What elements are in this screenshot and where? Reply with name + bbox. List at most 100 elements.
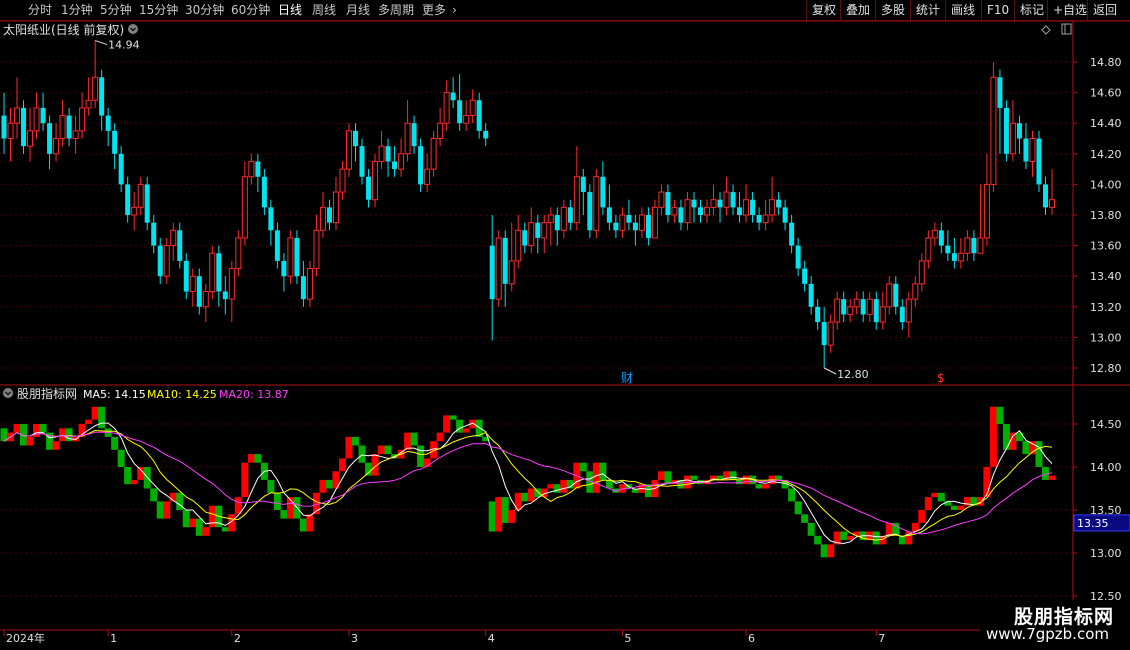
indicator-bar [983, 467, 991, 498]
indicator-bar [338, 458, 346, 472]
candle-body-down [1036, 138, 1042, 185]
price-tick-label: 14.80 [1090, 56, 1122, 69]
candle-body-up [235, 237, 242, 270]
candle-body-up [92, 76, 99, 101]
indicator-bar [182, 510, 190, 528]
candle-body-up [59, 115, 66, 140]
date-axis-label: 3 [351, 632, 358, 645]
candle-body-down [665, 192, 671, 215]
candle-body-down [489, 245, 495, 300]
indicator-bar [762, 484, 770, 489]
candle-body-down [366, 176, 372, 200]
indicator-bar [944, 501, 952, 506]
candle-body-down [756, 215, 762, 223]
candle-body-up [593, 176, 600, 231]
indicator-bar [358, 445, 366, 463]
indicator-tick-label: 14.50 [1090, 418, 1122, 431]
candle-body-down [554, 215, 560, 231]
price-tick-label: 12.80 [1090, 362, 1122, 375]
indicator-bar [989, 406, 997, 467]
candle-body-down [691, 199, 697, 208]
price-tick-label: 13.80 [1090, 209, 1122, 222]
stock-chart[interactable]: 14.80 14.60 14.40 14.20 14.00 13.80 13.60 13.40… [0, 0, 1130, 650]
candle-body-down [326, 207, 332, 223]
candle-body-up [209, 252, 216, 292]
candle-body-up [918, 260, 925, 285]
price-tick-label: 13.20 [1090, 301, 1122, 314]
indicator-bar [26, 436, 34, 446]
candle-body-down [118, 153, 124, 185]
candle-body-up [684, 199, 691, 224]
price-tick-label: 14.60 [1090, 87, 1122, 100]
watermark-url: www.7gpzb.com [986, 625, 1109, 643]
indicator-bar [449, 415, 457, 420]
date-axis-label: 6 [748, 632, 755, 645]
candle-body-up [879, 306, 886, 323]
candle-body-down [99, 77, 105, 116]
indicator-bar [592, 462, 600, 493]
candle-body-down [678, 207, 684, 223]
candle-body-down [359, 146, 365, 177]
candle-body-up [905, 298, 912, 323]
date-axis-label: 5 [624, 632, 631, 645]
indicator-bar [521, 492, 529, 502]
indicator-bar [775, 475, 783, 480]
candle-body-down [737, 207, 743, 215]
indicator-bar [365, 462, 373, 476]
candle-body-down [951, 253, 957, 261]
indicator-bar [560, 479, 568, 493]
indicator-bar [488, 501, 496, 532]
watermark-logo: 股朋指标网 www.7gpzb.com [980, 600, 1130, 650]
candle-body-down [385, 146, 391, 162]
panel-maximize-icon[interactable] [1061, 23, 1072, 35]
indicator-dropdown-icon[interactable] [3, 388, 13, 398]
candle-body-up [508, 260, 515, 285]
indicator-bar [547, 484, 555, 489]
indicator-bar [163, 501, 171, 519]
ma20-value-label: MA20: 13.87 [219, 388, 289, 401]
candle-body-up [189, 275, 196, 293]
candle-body-up [704, 206, 711, 216]
indicator-bar [280, 510, 288, 519]
indicator-bar [254, 454, 262, 463]
event-dividend-badge: $ [937, 371, 945, 385]
candle-body-up [137, 183, 144, 208]
candle-body-up [990, 76, 997, 185]
indicator-bar [599, 462, 607, 480]
candle-body-up [931, 229, 938, 239]
indicator-bar [325, 479, 333, 489]
indicator-panel-title: 股朋指标网 [17, 386, 77, 401]
candle-body-up [827, 321, 834, 346]
indicator-bar [117, 449, 125, 467]
indicator-bar [788, 488, 796, 502]
candle-body-down [1003, 107, 1009, 154]
candle-body-down [717, 199, 723, 208]
candle-body-down [105, 115, 111, 131]
indicator-bar [156, 501, 164, 519]
candle-body-down [261, 176, 267, 208]
indicator-bar [918, 510, 926, 523]
candle-body-up [912, 283, 919, 300]
candle-body-up [573, 176, 580, 224]
title-dropdown-icon[interactable] [128, 24, 138, 34]
candle-body-down [21, 107, 27, 147]
candle-body-down [294, 237, 300, 277]
indicator-bar [794, 501, 802, 515]
candle-body-down [255, 161, 261, 177]
indicator-bar [189, 518, 197, 528]
indicator-bar [840, 531, 848, 541]
candle-body-down [535, 222, 541, 238]
high-marker-line [94, 40, 108, 46]
candle-body-down [222, 291, 228, 300]
candle-body-down [997, 77, 1003, 108]
indicator-bar [91, 406, 99, 420]
candle-body-down [274, 230, 280, 261]
indicator-bar [931, 492, 939, 498]
candle-body-down [457, 100, 463, 124]
candle-body-down [483, 130, 489, 139]
indicator-bar [807, 522, 815, 536]
indicator-bar [501, 497, 509, 523]
candle-body-up [85, 99, 92, 109]
candle-body-down [1023, 138, 1029, 162]
indicator-tick-label: 13.00 [1090, 547, 1122, 560]
